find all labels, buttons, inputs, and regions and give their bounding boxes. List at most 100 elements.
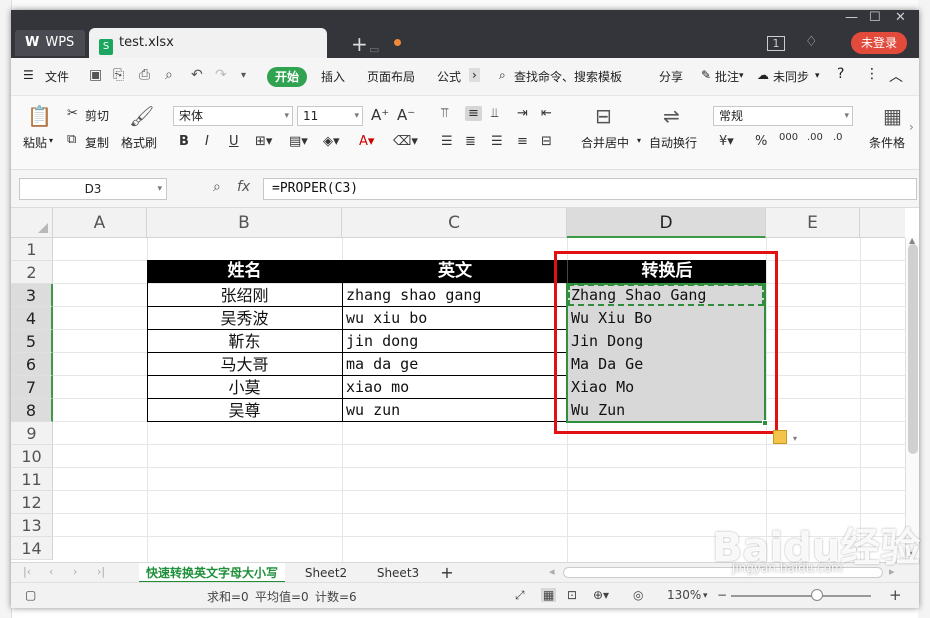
row-header[interactable]: 2	[11, 261, 53, 284]
menu-more-icon[interactable]: ›	[469, 68, 480, 82]
ribbon-scroll-right-icon[interactable]: ›	[909, 120, 914, 134]
thousands-icon[interactable]: 000	[779, 132, 798, 143]
menu-unsync[interactable]: 未同步	[773, 68, 809, 85]
row-header[interactable]: 6	[11, 353, 53, 376]
cell-name[interactable]: 张绍刚	[147, 284, 342, 307]
formula-input[interactable]: =PROPER(C3)	[263, 178, 917, 200]
macro-icon[interactable]: ▢	[25, 588, 36, 602]
cell-english[interactable]: zhang shao gang	[342, 284, 567, 307]
cell-style-icon[interactable]: ▤▾	[289, 134, 308, 149]
paste-button[interactable]: 粘贴	[23, 134, 47, 151]
cell-name[interactable]: 吴尊	[147, 399, 342, 422]
preview-icon[interactable]: ⌕	[165, 67, 173, 83]
row-header[interactable]: 10	[11, 445, 53, 468]
font-size-select[interactable]: 11 ▾	[297, 106, 363, 126]
row-header[interactable]: 11	[11, 468, 53, 491]
cell-english[interactable]: xiao mo	[342, 376, 567, 399]
sheet-tab-3[interactable]: Sheet3	[367, 563, 429, 583]
wrap-text-button[interactable]: 自动换行	[649, 134, 697, 151]
cell-english[interactable]: wu zun	[342, 399, 567, 422]
align-center-icon[interactable]: ≣	[465, 134, 476, 149]
vertical-scroll-thumb[interactable]	[908, 244, 918, 454]
save-icon[interactable]: ▣	[89, 67, 102, 83]
cell-name[interactable]: 马大哥	[147, 353, 342, 376]
comment-dropdown-icon[interactable]: ▾	[739, 71, 744, 81]
help-icon[interactable]: ?	[837, 66, 844, 82]
window-count-badge[interactable]: 1	[767, 36, 785, 51]
last-sheet-icon[interactable]: ›|	[97, 565, 105, 578]
close-icon[interactable]: ✕	[895, 10, 906, 25]
print-icon[interactable]: ⎙	[139, 67, 150, 83]
fullscreen-icon[interactable]: ⤢	[515, 588, 525, 603]
zoom-slider-knob[interactable]	[811, 589, 823, 601]
collapse-ribbon-icon[interactable]: ︿	[889, 66, 903, 86]
column-header-e[interactable]: E	[766, 208, 860, 238]
name-box[interactable]: D3 ▾	[19, 178, 167, 200]
increase-decimal-icon[interactable]: .00	[807, 132, 823, 143]
sheet-tab-2[interactable]: Sheet2	[295, 563, 357, 583]
percent-icon[interactable]: %	[755, 134, 767, 149]
format-painter-button[interactable]: 格式刷	[121, 134, 157, 151]
font-color-icon[interactable]: A▾	[359, 134, 374, 149]
italic-icon[interactable]: I	[205, 134, 209, 149]
menu-comment[interactable]: 批注	[715, 68, 739, 85]
cut-button[interactable]: 剪切	[85, 107, 109, 124]
copy-button[interactable]: 复制	[85, 134, 109, 151]
minimize-icon[interactable]: —	[845, 10, 858, 25]
new-tab-button[interactable]: +	[351, 32, 368, 56]
paste-options-icon[interactable]	[773, 430, 787, 444]
align-left-icon[interactable]: ☰	[441, 134, 453, 149]
row-header[interactable]: 9	[11, 422, 53, 445]
fx-button[interactable]: fx	[237, 179, 250, 195]
hscroll-left-icon[interactable]: ◂	[549, 565, 555, 578]
sync-dropdown-icon[interactable]: ▾	[815, 71, 820, 81]
hamburger-icon[interactable]: ☰	[23, 68, 34, 82]
normal-view-icon[interactable]: ▦	[541, 588, 557, 602]
paste-options-dropdown-icon[interactable]: ▾	[793, 434, 797, 443]
cell-english[interactable]: ma da ge	[342, 353, 567, 376]
zoom-slider-track[interactable]	[731, 595, 871, 597]
cell-english[interactable]: jin dong	[342, 330, 567, 353]
paste-dropdown-icon[interactable]: ▾	[49, 136, 53, 145]
align-middle-icon[interactable]: ≡	[465, 106, 482, 121]
column-header-a[interactable]: A	[53, 208, 147, 238]
zoom-dropdown-icon[interactable]: ▾	[703, 591, 708, 601]
font-name-select[interactable]: 宋体 ▾	[173, 106, 293, 126]
zoom-out-icon[interactable]: −	[717, 588, 727, 602]
cell-name[interactable]: 靳东	[147, 330, 342, 353]
first-sheet-icon[interactable]: |‹	[23, 565, 31, 578]
clear-icon[interactable]: ⌫▾	[393, 134, 418, 149]
align-right-icon[interactable]: ☰	[491, 134, 503, 149]
indent-icon[interactable]: ⇥	[517, 106, 528, 121]
column-header-b[interactable]: B	[147, 208, 342, 238]
row-header[interactable]: 12	[11, 491, 53, 514]
menu-formula[interactable]: 公式	[437, 68, 461, 85]
wps-home-button[interactable]: W WPS	[15, 30, 85, 56]
row-header[interactable]: 5	[11, 330, 53, 353]
add-sheet-button[interactable]: +	[437, 563, 457, 583]
sheet-tab-active[interactable]: 快速转换英文字母大小写	[139, 563, 285, 583]
justify-icon[interactable]: ≡	[517, 134, 528, 149]
table-header-english[interactable]: 英文	[342, 260, 567, 283]
underline-icon[interactable]: U	[229, 134, 239, 149]
row-header[interactable]: 1	[11, 238, 53, 261]
increase-font-icon[interactable]: A⁺	[371, 106, 389, 124]
file-tab[interactable]: Stest.xlsx ▭	[89, 28, 401, 58]
decrease-font-icon[interactable]: A⁻	[397, 106, 415, 124]
menu-page-layout[interactable]: 页面布局	[367, 68, 415, 85]
decrease-decimal-icon[interactable]: .0	[833, 132, 843, 143]
zoom-value[interactable]: 130%	[667, 588, 701, 602]
fill-color-icon[interactable]: ◈▾	[323, 134, 340, 149]
more-options-icon[interactable]: ⋮	[865, 66, 879, 82]
export-icon[interactable]: ⎘	[113, 67, 124, 83]
column-header-c[interactable]: C	[342, 208, 567, 238]
zoom-in-icon[interactable]: +	[889, 586, 902, 604]
row-header[interactable]: 13	[11, 514, 53, 537]
menu-file[interactable]: 文件	[45, 68, 69, 85]
align-top-icon[interactable]: ⫪	[441, 106, 448, 121]
undo-icon[interactable]: ↶	[191, 67, 203, 83]
zoom-lookup-icon[interactable]: ⌕	[213, 179, 221, 195]
currency-icon[interactable]: ¥▾	[719, 134, 734, 149]
row-header[interactable]: 14	[11, 537, 53, 560]
reading-mode-icon[interactable]: ⊕▾	[593, 588, 609, 602]
